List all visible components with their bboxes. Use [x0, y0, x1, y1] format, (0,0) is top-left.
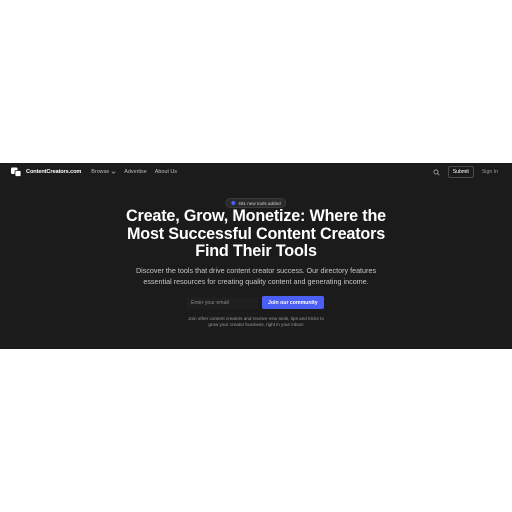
- status-dot-icon: [231, 201, 236, 205]
- brand-name: ContentCreators.com: [26, 169, 82, 175]
- app-window: ContentCreators.com Browse Advertise Abo…: [0, 163, 512, 349]
- nav-browse-label: Browse: [91, 169, 110, 175]
- signup-note: Join other content creators and receive …: [0, 316, 512, 328]
- search-button[interactable]: [432, 167, 442, 177]
- brand-logo-icon: [11, 167, 22, 177]
- top-navigation: ContentCreators.com Browse Advertise Abo…: [0, 163, 512, 181]
- hero-subtitle: Discover the tools that drive content cr…: [0, 266, 512, 287]
- hero-subtitle-line-2: essential resources for creating quality…: [143, 276, 369, 286]
- nav-browse[interactable]: Browse: [91, 169, 116, 175]
- hero-subtitle-line-1: Discover the tools that drive content cr…: [135, 266, 377, 275]
- new-tools-badge-text: 491 new tools added: [238, 200, 281, 206]
- nav-about-us[interactable]: About Us: [155, 169, 177, 175]
- join-community-button[interactable]: Join our community: [262, 296, 324, 309]
- hero-title: Create, Grow, Monetize: Where the Most S…: [0, 207, 512, 261]
- brand-link[interactable]: ContentCreators.com: [10, 166, 81, 178]
- nav-actions: Submit Sign In: [432, 166, 500, 178]
- signup-note-line-2: grow your creator business, right in you…: [208, 322, 304, 327]
- hero-title-line-2: Most Successful Content Creators: [126, 224, 386, 243]
- nav-links: Browse Advertise About Us: [91, 169, 177, 175]
- submit-button[interactable]: Submit: [447, 166, 474, 178]
- hero-title-line-1: Create, Grow, Monetize: Where the: [126, 207, 386, 225]
- email-input[interactable]: [186, 296, 258, 309]
- search-icon: [433, 169, 440, 176]
- nav-advertise[interactable]: Advertise: [124, 169, 146, 175]
- chevron-down-icon: [111, 170, 116, 174]
- sign-in-button[interactable]: Sign In: [480, 167, 500, 177]
- hero-title-line-3: Find Their Tools: [195, 242, 317, 260]
- signup-form: Join our community: [186, 296, 324, 309]
